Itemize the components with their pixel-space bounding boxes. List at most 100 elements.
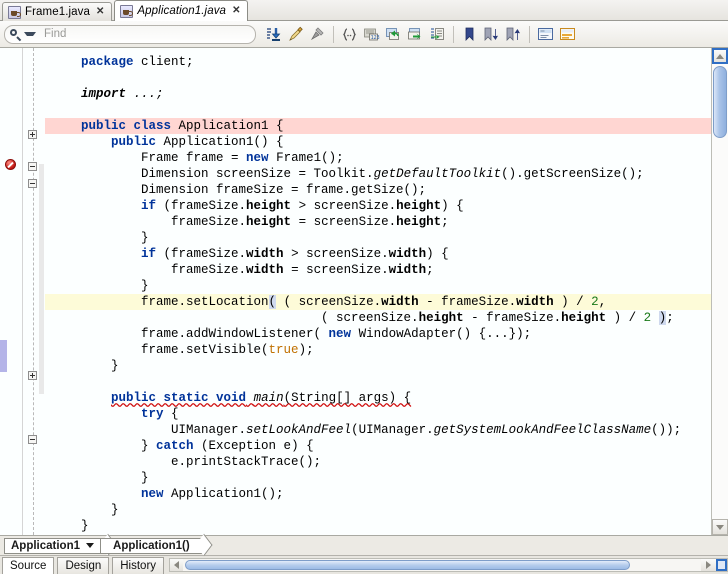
go-forward-icon[interactable]	[405, 24, 426, 45]
editor-tab-application1[interactable]: Application1.java ✕	[114, 0, 249, 21]
fold-guide-line	[33, 48, 34, 535]
code-line[interactable]: package client;	[45, 54, 711, 70]
bookmark-prev-icon[interactable]	[503, 24, 524, 45]
fold-toggle-anon-class[interactable]	[28, 371, 37, 380]
code-line[interactable]: if (frameSize.width > screenSize.width) …	[45, 246, 711, 262]
code-line[interactable]: new Application1();	[45, 486, 711, 502]
code-line[interactable]: frame.addWindowListener( new WindowAdapt…	[45, 326, 711, 342]
code-token: new	[328, 327, 352, 341]
editor-fold-gutter[interactable]	[23, 48, 45, 535]
code-line[interactable]: }	[45, 470, 711, 486]
breadcrumb-class[interactable]: Application1	[4, 537, 108, 554]
code-token: ,	[598, 295, 607, 309]
code-token: UIManager.	[171, 423, 247, 437]
code-token: - frameSize.	[418, 295, 517, 309]
comment-block-icon[interactable]: 123	[361, 24, 382, 45]
code-token: width	[388, 263, 427, 277]
horizontal-scroll-thumb[interactable]	[185, 560, 631, 570]
braces-icon[interactable]	[339, 24, 360, 45]
scroll-up-button[interactable]	[712, 48, 728, 64]
code-line[interactable]: frameSize.height = screenSize.height;	[45, 214, 711, 230]
code-line[interactable]: frameSize.width = screenSize.width;	[45, 262, 711, 278]
fold-toggle-class[interactable]	[28, 162, 37, 171]
horizontal-scroll-track[interactable]	[183, 559, 701, 571]
code-line[interactable]: import ...;	[45, 86, 711, 102]
code-token: true	[268, 343, 299, 357]
refactor-hammer-icon[interactable]	[307, 24, 328, 45]
code-token: width	[246, 247, 284, 261]
split-horizontal-icon[interactable]	[535, 24, 556, 45]
editor-tab-frame1[interactable]: Frame1.java ✕	[2, 2, 113, 21]
chevron-down-icon[interactable]	[86, 543, 95, 548]
format-brush-icon[interactable]	[285, 24, 306, 45]
code-token: width	[516, 295, 554, 309]
bookmark-icon[interactable]	[459, 24, 480, 45]
code-token: setLookAndFeel	[246, 423, 352, 437]
code-line[interactable]: if (frameSize.height > screenSize.height…	[45, 198, 711, 214]
code-line[interactable]: frame.setLocation( ( screenSize.width - …	[45, 294, 711, 310]
scroll-left-button[interactable]	[170, 559, 184, 571]
code-line[interactable]: }	[45, 230, 711, 246]
tab-source[interactable]: Source	[2, 557, 55, 574]
code-token: width	[381, 295, 419, 309]
import-statements-icon[interactable]	[263, 24, 284, 45]
chevron-down-icon[interactable]	[24, 32, 36, 36]
scroll-right-button[interactable]	[701, 559, 716, 571]
code-token: ) {	[426, 247, 449, 261]
code-line[interactable]: }	[45, 518, 711, 534]
vertical-scrollbar[interactable]	[711, 48, 728, 535]
close-icon[interactable]: ✕	[96, 7, 104, 17]
code-token: - frameSize.	[463, 311, 562, 325]
code-line[interactable]: }	[45, 358, 711, 374]
code-text[interactable]: package client; import ...; public class…	[45, 48, 711, 535]
code-line[interactable]: }	[45, 278, 711, 294]
code-line[interactable]: ( screenSize.height - frameSize.height )…	[45, 310, 711, 326]
code-line[interactable]: Dimension frameSize = frame.getSize();	[45, 182, 711, 198]
code-line[interactable]	[45, 374, 711, 390]
code-line[interactable]	[45, 102, 711, 118]
resize-grip[interactable]	[716, 559, 727, 571]
split-vertical-icon[interactable]	[557, 24, 578, 45]
horizontal-scrollbar[interactable]	[169, 558, 728, 572]
code-line[interactable]: Frame frame = new Frame1();	[45, 150, 711, 166]
vertical-scroll-track[interactable]	[712, 64, 728, 519]
code-token: Application1() {	[156, 135, 284, 149]
bookmark-next-icon[interactable]	[481, 24, 502, 45]
close-icon[interactable]: ✕	[232, 6, 240, 16]
code-token: width	[246, 263, 284, 277]
go-back-icon[interactable]	[383, 24, 404, 45]
code-line[interactable]: }	[45, 502, 711, 518]
code-token: height	[396, 199, 442, 213]
code-line[interactable]: public Application1() {	[45, 134, 711, 150]
code-token: if	[141, 247, 157, 261]
goto-line-icon[interactable]	[427, 24, 448, 45]
error-marker-icon[interactable]	[5, 159, 16, 170]
code-token: try	[141, 407, 164, 421]
code-line[interactable]: public class Application1 {	[45, 118, 711, 134]
code-token: }	[111, 359, 119, 373]
tab-label: Application1.java	[137, 5, 227, 17]
search-input[interactable]	[36, 25, 251, 43]
code-line[interactable]: frame.setVisible(true);	[45, 342, 711, 358]
code-token: getDefaultToolkit	[373, 167, 502, 181]
code-line[interactable]: e.printStackTrace();	[45, 454, 711, 470]
breadcrumb-member[interactable]: Application1()	[100, 537, 203, 554]
code-line[interactable]: } catch (Exception e) {	[45, 438, 711, 454]
editor-marker-gutter[interactable]	[0, 48, 23, 535]
tab-history[interactable]: History	[112, 557, 165, 574]
code-line[interactable]: try {	[45, 406, 711, 422]
fold-toggle-constructor[interactable]	[28, 179, 37, 188]
code-line[interactable]: Dimension screenSize = Toolkit.getDefaul…	[45, 166, 711, 182]
code-line[interactable]: UIManager.setLookAndFeel(UIManager.getSy…	[45, 422, 711, 438]
find-box[interactable]	[4, 24, 256, 44]
code-line[interactable]: public static void main(String[] args) {	[45, 390, 711, 406]
fold-toggle-main[interactable]	[28, 435, 37, 444]
code-line[interactable]	[45, 70, 711, 86]
vertical-scroll-thumb[interactable]	[713, 66, 727, 138]
tab-design[interactable]: Design	[57, 557, 110, 574]
fold-toggle-imports[interactable]	[28, 130, 37, 139]
scroll-down-button[interactable]	[712, 519, 728, 535]
source-editor[interactable]: package client; import ...; public class…	[0, 48, 728, 535]
code-token: width	[388, 247, 427, 261]
